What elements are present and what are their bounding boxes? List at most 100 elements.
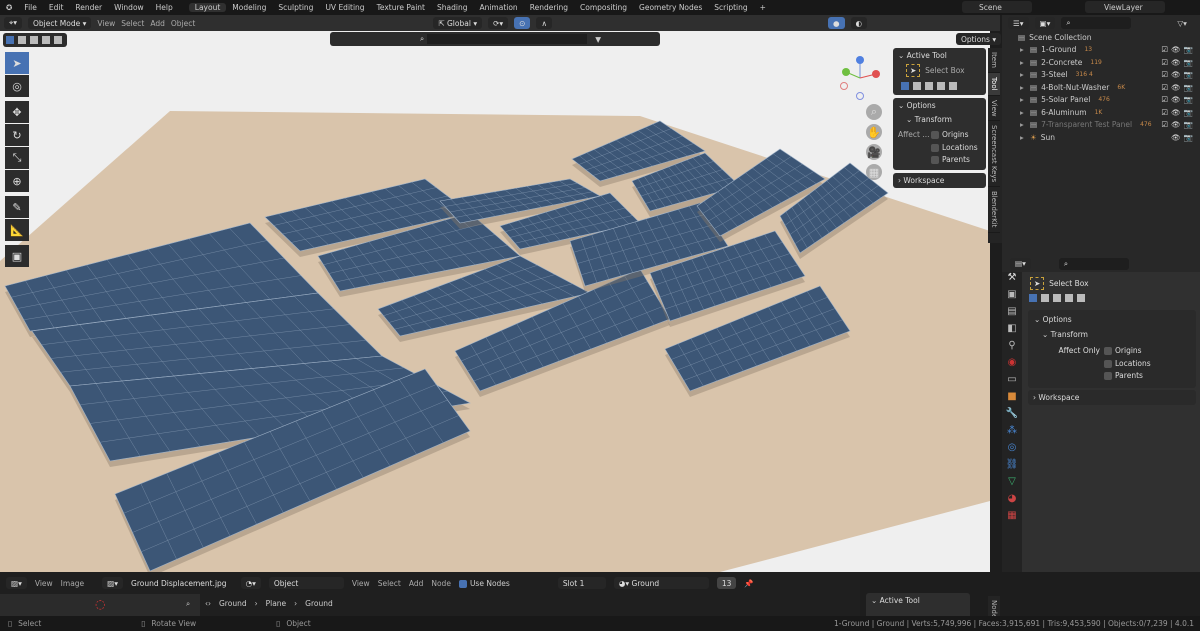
proportional-edit-button[interactable]: ∧	[536, 17, 552, 29]
measure-tool-icon[interactable]: 📐	[5, 219, 29, 241]
menu-window[interactable]: Window	[108, 3, 150, 12]
shader-type-dropdown[interactable]: Object	[268, 577, 344, 589]
origins-checkbox[interactable]	[931, 131, 939, 139]
outliner-item[interactable]: ▸ ▤ 6-Aluminum 1K ☑👁📷	[1002, 106, 1200, 119]
view-layer-tab-icon[interactable]: ◧	[1002, 323, 1022, 340]
pan-hand-icon[interactable]: ✋	[866, 124, 882, 140]
breadcrumb-mesh[interactable]: Plane	[266, 599, 287, 608]
filter-icon[interactable]: ▼	[595, 35, 601, 44]
slot-dropdown[interactable]: Slot 1	[557, 577, 606, 589]
transform-header[interactable]: ⌄ Transform	[906, 115, 981, 124]
pivot-dropdown[interactable]: ⟳▾	[488, 17, 509, 29]
expand-icon[interactable]: ▸	[1020, 45, 1030, 54]
outliner-item[interactable]: ▸ ▤ 7-Transparent Test Panel 476 ☑👁📷	[1002, 119, 1200, 132]
material-field[interactable]: ◕▾ Ground	[613, 577, 709, 589]
editor-type-button[interactable]: ⌖▾	[4, 17, 22, 29]
exclude-checkbox[interactable]: ☑	[1161, 45, 1171, 54]
material-tab-icon[interactable]: ◕	[1002, 493, 1022, 510]
expand-icon[interactable]: ▸	[1020, 70, 1030, 79]
move-tool-icon[interactable]: ✥	[5, 101, 29, 123]
visibility-eye-icon[interactable]: 👁	[1171, 108, 1184, 117]
grid-icon[interactable]: ▦	[866, 164, 882, 180]
viewport-search-bar[interactable]: ⌕ ▼	[330, 32, 660, 46]
visibility-eye-icon[interactable]: 👁	[1171, 58, 1184, 67]
node-sidebar-active-tool[interactable]: ⌄ Active Tool	[866, 593, 970, 617]
parents-checkbox[interactable]	[931, 156, 939, 164]
display-mode-dropdown[interactable]: ☰▾	[1008, 17, 1029, 29]
exclude-checkbox[interactable]: ☑	[1161, 108, 1171, 117]
menu-edit[interactable]: Edit	[43, 3, 70, 12]
tab-item[interactable]: Item	[988, 48, 1000, 73]
menu-render[interactable]: Render	[69, 3, 108, 12]
data-tab-icon[interactable]: ▽	[1002, 476, 1022, 493]
options-header[interactable]: ⌄ Options	[898, 101, 981, 110]
workspace-panel[interactable]: › Workspace	[1028, 389, 1196, 405]
tab-view[interactable]: View	[988, 96, 1000, 122]
tab-layout[interactable]: Layout	[188, 3, 227, 12]
tab-scripting[interactable]: Scripting	[708, 3, 753, 12]
image-editor-type[interactable]: ▨▾	[6, 577, 27, 589]
menu-file[interactable]: File	[18, 3, 43, 12]
exclude-checkbox[interactable]: ☑	[1161, 95, 1171, 104]
render-camera-icon[interactable]: 📷	[1184, 45, 1196, 54]
annotate-tool-icon[interactable]: ✎	[5, 196, 29, 218]
options-dropdown[interactable]: Options ▾	[956, 33, 1002, 45]
search-input[interactable]	[427, 34, 588, 44]
tool-mode-buttons[interactable]	[1026, 291, 1200, 304]
render-camera-icon[interactable]: 📷	[1184, 70, 1196, 79]
expand-icon[interactable]: ▸	[1020, 83, 1030, 92]
zoom-icon[interactable]: ⌕	[186, 599, 190, 609]
image-browse-button[interactable]: ▨▾	[102, 577, 124, 589]
locations-checkbox[interactable]	[1104, 359, 1112, 368]
render-camera-icon[interactable]: 📷	[1184, 133, 1196, 142]
scene-tab-icon[interactable]: ⚲	[1002, 340, 1022, 357]
render-camera-icon[interactable]: 📷	[1184, 58, 1196, 67]
tab-blenderkit[interactable]: BlenderKit	[988, 187, 1000, 233]
active-tool-header[interactable]: ⌄ Active Tool	[898, 51, 981, 60]
3d-viewport[interactable]	[0, 31, 990, 572]
snap-toggle[interactable]: ⊙	[514, 17, 531, 29]
pin-icon[interactable]: 📌	[744, 579, 753, 588]
properties-search-input[interactable]: ⌕	[1058, 257, 1129, 270]
object-tab-icon[interactable]: ■	[1002, 391, 1022, 408]
cursor-tool-icon[interactable]: ◎	[5, 75, 29, 97]
filter-dropdown[interactable]: ▣▾	[1034, 17, 1056, 29]
tool-tab-icon[interactable]: ⚒	[1002, 272, 1022, 289]
image-name-field[interactable]: Ground Displacement.jpg	[131, 579, 227, 588]
expand-icon[interactable]: ▸	[1020, 108, 1030, 117]
locations-checkbox[interactable]	[931, 143, 939, 152]
node-menu-view[interactable]: View	[352, 579, 370, 588]
menu-view[interactable]: View	[97, 19, 115, 28]
render-camera-icon[interactable]: 📷	[1184, 108, 1196, 117]
camera-icon[interactable]: 🎥	[866, 144, 882, 160]
scene-collection[interactable]: ▤ Scene Collection	[1002, 31, 1200, 44]
material-users-count[interactable]: 13	[716, 577, 737, 589]
view-layer-selector[interactable]: ViewLayer	[1085, 1, 1165, 13]
scene-selector[interactable]: Scene	[962, 1, 1032, 13]
tool-mode-buttons[interactable]	[898, 79, 981, 92]
breadcrumb-material[interactable]: Ground	[305, 599, 333, 608]
transform-orientation-dropdown[interactable]: ⇱ Global ▾	[433, 17, 483, 29]
render-camera-icon[interactable]: 📷	[1184, 120, 1196, 129]
navigation-gizmo[interactable]	[838, 56, 882, 100]
filter-icon[interactable]: ▽▾	[1177, 19, 1187, 28]
transform-header[interactable]: ⌄ Transform	[1042, 330, 1190, 339]
origins-checkbox[interactable]	[1104, 347, 1112, 355]
tab-animation[interactable]: Animation	[473, 3, 523, 12]
world-tab-icon[interactable]: ◉	[1002, 357, 1022, 374]
node-menu-add[interactable]: Add	[409, 579, 424, 588]
outliner-item[interactable]: ▸ ▤ 4-Bolt-Nut-Washer 6K ☑👁📷	[1002, 81, 1200, 94]
use-nodes-checkbox[interactable]: Use Nodes	[458, 579, 510, 588]
expand-icon[interactable]: ▸	[1020, 95, 1030, 104]
add-cube-tool-icon[interactable]: ▣	[5, 245, 29, 267]
properties-editor-type[interactable]: ▤▾	[1010, 257, 1031, 270]
tab-uv-editing[interactable]: UV Editing	[319, 3, 370, 12]
tab-geometry-nodes[interactable]: Geometry Nodes	[633, 3, 708, 12]
tab-compositing[interactable]: Compositing	[574, 3, 633, 12]
parents-checkbox[interactable]	[1104, 372, 1112, 380]
breadcrumb-object[interactable]: Ground	[219, 599, 247, 608]
visibility-eye-icon[interactable]: 👁	[1171, 70, 1184, 79]
physics-tab-icon[interactable]: ◎	[1002, 442, 1022, 459]
outliner-item[interactable]: ▸ ☀ Sun 👁📷	[1002, 131, 1200, 144]
outliner-search-input[interactable]: ⌕	[1061, 17, 1132, 29]
